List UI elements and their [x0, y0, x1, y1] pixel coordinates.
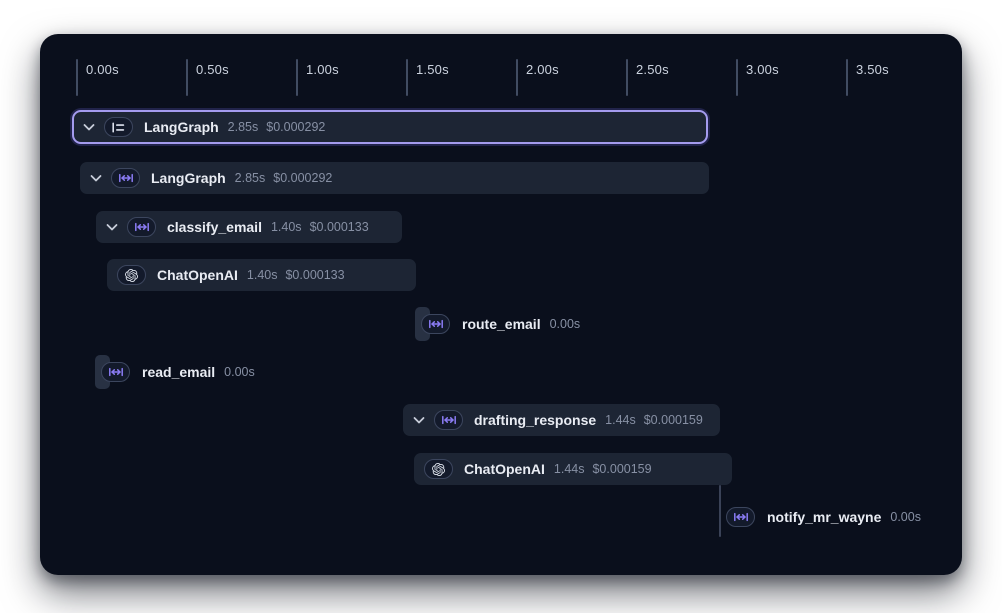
tick-line — [76, 59, 78, 96]
trace-row: drafting_response 1.44s $0.000159 — [403, 404, 720, 436]
span-name: read_email — [142, 364, 215, 380]
tick-line — [406, 59, 408, 96]
span-type-badge — [421, 314, 450, 334]
span-cost: $0.000292 — [273, 171, 332, 185]
span-duration: 2.85s — [228, 120, 259, 134]
span-duration: 1.44s — [605, 413, 636, 427]
span-name: classify_email — [167, 219, 262, 235]
trace-row[interactable]: route_email 0.00s — [415, 308, 580, 340]
trace-row: ChatOpenAI 1.44s $0.000159 — [414, 453, 732, 485]
span-bar[interactable]: ChatOpenAI 1.44s $0.000159 — [414, 453, 732, 485]
span-arrows-icon — [428, 319, 444, 329]
span-duration: 1.40s — [271, 220, 302, 234]
span-type-badge — [424, 459, 453, 479]
timeline-tick: 1.00s — [296, 59, 298, 97]
span-arrows-icon — [118, 173, 134, 183]
span-name: LangGraph — [151, 170, 226, 186]
chevron-down-icon[interactable] — [413, 416, 425, 425]
span-bar[interactable]: ChatOpenAI 1.40s $0.000133 — [107, 259, 416, 291]
trace-row[interactable]: read_email 0.00s — [95, 356, 255, 388]
tick-line — [516, 59, 518, 96]
span-type-badge — [101, 362, 130, 382]
span-arrows-icon — [108, 367, 124, 377]
openai-logo-icon — [125, 269, 138, 282]
tick-line — [186, 59, 188, 96]
trace-row[interactable]: notify_mr_wayne 0.00s — [726, 501, 921, 533]
span-duration: 0.00s — [550, 317, 581, 331]
tick-line — [846, 59, 848, 96]
timeline-tick: 2.00s — [516, 59, 518, 97]
span-cost: $0.000133 — [310, 220, 369, 234]
span-type-badge — [726, 507, 755, 527]
timeline-tick: 3.50s — [846, 59, 848, 97]
trace-row: ChatOpenAI 1.40s $0.000133 — [107, 259, 416, 291]
span-type-badge — [434, 410, 463, 430]
timeline-tick: 1.50s — [406, 59, 408, 97]
span-arrows-icon — [733, 512, 749, 522]
openai-logo-icon — [432, 463, 445, 476]
span-arrows-icon — [441, 415, 457, 425]
trace-row: LangGraph 2.85s $0.000292 — [72, 111, 708, 143]
span-name: ChatOpenAI — [157, 267, 238, 283]
span-bar[interactable]: drafting_response 1.44s $0.000159 — [403, 404, 720, 436]
span-duration: 1.40s — [247, 268, 278, 282]
trace-row: classify_email 1.40s $0.000133 — [96, 211, 402, 243]
tick-label: 3.00s — [746, 62, 779, 77]
span-name: drafting_response — [474, 412, 596, 428]
trace-row: LangGraph 2.85s $0.000292 — [80, 162, 709, 194]
trace-waterfall-panel: 0.00s 0.50s 1.00s 1.50s 2.00s 2.50s 3.00s 3.50s… — [40, 34, 962, 575]
span-name: route_email — [462, 316, 541, 332]
tick-line — [736, 59, 738, 96]
span-name: ChatOpenAI — [464, 461, 545, 477]
chevron-down-icon[interactable] — [106, 223, 118, 232]
timeline-tick: 2.50s — [626, 59, 628, 97]
timeline-tick: 0.50s — [186, 59, 188, 97]
span-cost: $0.000133 — [285, 268, 344, 282]
span-type-badge — [104, 117, 133, 137]
span-bar[interactable]: LangGraph 2.85s $0.000292 — [72, 110, 708, 144]
span-duration: 2.85s — [235, 171, 266, 185]
span-end-line — [719, 485, 721, 537]
tick-label: 0.00s — [86, 62, 119, 77]
timeline-tick: 0.00s — [76, 59, 78, 97]
span-duration: 1.44s — [554, 462, 585, 476]
chevron-down-icon[interactable] — [90, 174, 102, 183]
span-name: LangGraph — [144, 119, 219, 135]
tick-line — [626, 59, 628, 96]
span-arrows-icon — [134, 222, 150, 232]
span-type-badge — [117, 265, 146, 285]
span-type-badge — [127, 217, 156, 237]
span-bar[interactable]: LangGraph 2.85s $0.000292 — [80, 162, 709, 194]
tick-label: 3.50s — [856, 62, 889, 77]
tick-label: 2.50s — [636, 62, 669, 77]
span-duration: 0.00s — [890, 510, 921, 524]
tick-line — [296, 59, 298, 96]
tick-label: 0.50s — [196, 62, 229, 77]
span-cost: $0.000159 — [592, 462, 651, 476]
span-type-badge — [111, 168, 140, 188]
span-duration: 0.00s — [224, 365, 255, 379]
span-bar[interactable]: classify_email 1.40s $0.000133 — [96, 211, 402, 243]
workflow-tree-icon — [111, 122, 126, 133]
span-cost: $0.000292 — [266, 120, 325, 134]
chevron-down-icon[interactable] — [83, 123, 95, 132]
span-name: notify_mr_wayne — [767, 509, 881, 525]
span-cost: $0.000159 — [644, 413, 703, 427]
tick-label: 1.00s — [306, 62, 339, 77]
tick-label: 2.00s — [526, 62, 559, 77]
timeline-tick: 3.00s — [736, 59, 738, 97]
tick-label: 1.50s — [416, 62, 449, 77]
